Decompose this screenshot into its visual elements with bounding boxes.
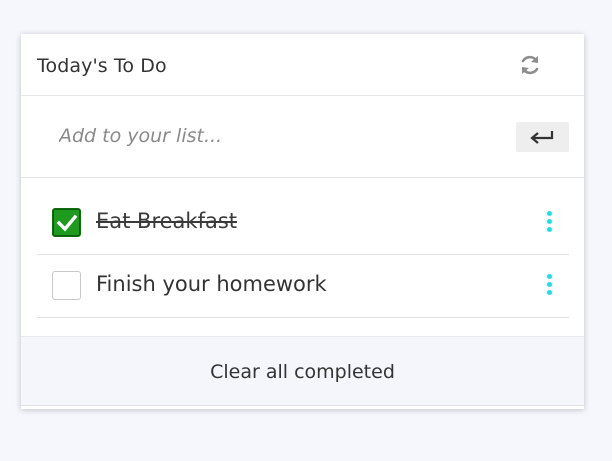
kebab-menu-icon[interactable] <box>544 211 556 235</box>
add-item-button[interactable] <box>516 122 569 152</box>
refresh-icon[interactable] <box>517 52 543 78</box>
todo-list: Eat Breakfast Finish your homework <box>37 192 569 318</box>
item-label: Eat Breakfast <box>96 209 238 233</box>
add-item-row <box>21 96 584 178</box>
todo-header: Today's To Do <box>21 34 584 96</box>
list-item: Eat Breakfast <box>37 192 569 255</box>
page-title: Today's To Do <box>37 55 167 77</box>
list-item: Finish your homework <box>37 255 569 318</box>
item-checkbox[interactable] <box>52 271 81 300</box>
todo-card: Today's To Do Eat Breakfast Finish your h… <box>21 34 584 409</box>
kebab-menu-icon[interactable] <box>544 274 556 298</box>
check-icon <box>56 214 78 232</box>
clear-completed-button[interactable]: Clear all completed <box>21 337 584 405</box>
item-checkbox[interactable] <box>52 208 81 237</box>
todo-footer: Clear all completed <box>21 336 584 406</box>
enter-icon <box>530 131 554 144</box>
add-item-input[interactable] <box>59 120 499 152</box>
item-label: Finish your homework <box>96 272 327 296</box>
